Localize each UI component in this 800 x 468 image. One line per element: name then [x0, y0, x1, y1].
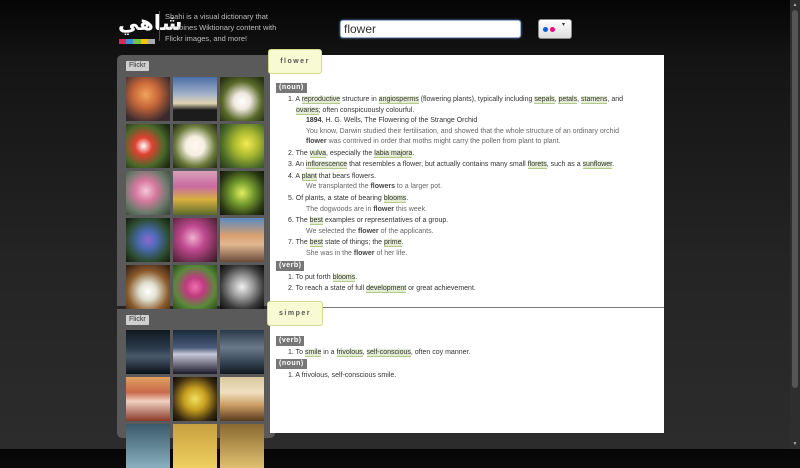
link-blooms[interactable]: blooms: [383, 195, 407, 203]
source-dropdown-button[interactable]: ▾: [560, 19, 572, 39]
logo-color-bars: [119, 39, 156, 44]
definition-3: 3. An inflorescence that resembles a flo…: [288, 161, 615, 169]
link-vulva[interactable]: vulva: [309, 150, 327, 158]
thumbnail[interactable]: [173, 218, 217, 262]
pos-label-noun: (noun): [276, 359, 307, 369]
link-reproductive[interactable]: reproductive: [301, 96, 341, 104]
thumbnail[interactable]: [220, 330, 264, 374]
quote-5: The dogwoods are in flower this week.: [306, 206, 428, 213]
logo-glyph: شاهي: [118, 11, 183, 35]
flickr-icon: [543, 27, 548, 32]
link-stamens[interactable]: stamens: [581, 96, 608, 104]
link-development[interactable]: development: [366, 285, 407, 293]
shahi-logo[interactable]: شاهي: [118, 10, 183, 44]
search-input[interactable]: flower: [340, 20, 521, 38]
link-ovaries[interactable]: ovaries: [296, 107, 319, 115]
thumbnail[interactable]: [126, 218, 170, 262]
section-divider: [270, 307, 664, 308]
thumbnail[interactable]: [126, 377, 170, 421]
pos-label-verb: (verb): [276, 261, 305, 271]
link-prime[interactable]: prime: [384, 239, 402, 247]
quote-text: You know, Darwin studied their fertilisa…: [306, 128, 619, 135]
link-best[interactable]: best: [309, 239, 323, 247]
flickr-source-button[interactable]: [538, 19, 562, 39]
thumbnail[interactable]: [220, 171, 264, 215]
thumbnail[interactable]: [173, 377, 217, 421]
definition-area: flower (noun) 1. A reproductive structur…: [267, 49, 664, 433]
thumbnail[interactable]: [173, 265, 217, 309]
definition-6: 6. The best examples or representatives …: [288, 217, 449, 225]
simper-verb-definition-1: 1. To smile in a frivolous, self-conscio…: [288, 349, 471, 357]
thumbnail[interactable]: [220, 77, 264, 121]
scroll-up-icon[interactable]: ▲: [791, 1, 799, 9]
thumbnail[interactable]: [220, 265, 264, 309]
thumbnail[interactable]: [173, 77, 217, 121]
link-inflorescence[interactable]: inflorescence: [305, 161, 348, 169]
quote-text-cont: flower was contrived in order that moths…: [306, 138, 561, 145]
thumbnail[interactable]: [173, 124, 217, 168]
logo-divider: [159, 11, 160, 41]
definition-5: 5. Of plants, a state of bearing blooms.: [288, 195, 409, 203]
flickr-label: Flickr: [126, 315, 149, 325]
thumbnail[interactable]: [126, 265, 170, 309]
tagline: Shahi is a visual dictionary that combin…: [165, 12, 277, 43]
link-plant[interactable]: plant: [301, 173, 317, 181]
link-labia-majora[interactable]: labia majora: [374, 150, 413, 158]
link-angiosperms[interactable]: angiosperms: [378, 96, 419, 104]
chevron-down-icon: ▾: [562, 22, 566, 28]
thumbnail[interactable]: [126, 77, 170, 121]
quote-7: She was in the flower of her life.: [306, 250, 408, 257]
link-sepals[interactable]: sepals: [534, 96, 555, 104]
link-blooms[interactable]: blooms: [332, 274, 356, 282]
quote-6: We selected the flower of the applicants…: [306, 228, 434, 235]
verb-definition-1: 1. To put forth blooms.: [288, 274, 358, 282]
thumbnail[interactable]: [220, 218, 264, 262]
link-frivolous[interactable]: frivolous: [336, 349, 363, 357]
definition-1-cont: ovaries; often conspicuously colourful.: [296, 107, 415, 115]
link-self-conscious[interactable]: self-conscious: [366, 349, 411, 357]
definition-1: 1. A reproductive structure in angiosper…: [288, 96, 624, 104]
image-grid: [126, 77, 264, 309]
thumbnail[interactable]: [173, 330, 217, 374]
thumbnail[interactable]: [220, 424, 264, 468]
quote-citation: 1894, H. G. Wells, The Flowering of the …: [306, 117, 478, 124]
link-best[interactable]: best: [309, 217, 323, 225]
link-smile[interactable]: smile: [305, 349, 322, 357]
definition-2: 2. The vulva, especially the labia major…: [288, 150, 415, 158]
thumbnail[interactable]: [173, 424, 217, 468]
pos-label-verb: (verb): [276, 336, 305, 346]
definition-4: 4. A plant that bears flowers.: [288, 173, 376, 181]
image-panel-flower: Flickr: [117, 55, 275, 309]
link-petals[interactable]: petals: [558, 96, 578, 104]
image-panel-simper: Flickr: [117, 309, 275, 468]
word-tab-flower[interactable]: flower: [268, 49, 322, 74]
scroll-down-icon[interactable]: ▼: [791, 440, 799, 448]
thumbnail[interactable]: [173, 171, 217, 215]
thumbnail[interactable]: [126, 330, 170, 374]
scroll-thumb[interactable]: [792, 10, 798, 388]
definition-7: 7. The best state of things; the prime.: [288, 239, 404, 247]
thumbnail[interactable]: [220, 377, 264, 421]
thumbnail[interactable]: [126, 424, 170, 468]
page-scrollbar[interactable]: ▲ ▼: [790, 0, 800, 449]
simper-noun-definition-1: 1. A frivolous, self-conscious smile.: [288, 372, 397, 379]
pos-label-noun: (noun): [276, 83, 307, 93]
quote-4: We transplanted the flowers to a larger …: [306, 183, 443, 190]
thumbnail[interactable]: [220, 124, 264, 168]
flickr-label: Flickr: [126, 61, 149, 71]
link-florets[interactable]: florets: [527, 161, 547, 169]
thumbnail[interactable]: [126, 124, 170, 168]
verb-definition-2: 2. To reach a state of full development …: [288, 285, 476, 293]
thumbnail[interactable]: [126, 171, 170, 215]
link-sunflower[interactable]: sunflower: [582, 161, 613, 169]
image-grid: [126, 330, 264, 468]
word-tab-simper[interactable]: simper: [267, 301, 323, 326]
